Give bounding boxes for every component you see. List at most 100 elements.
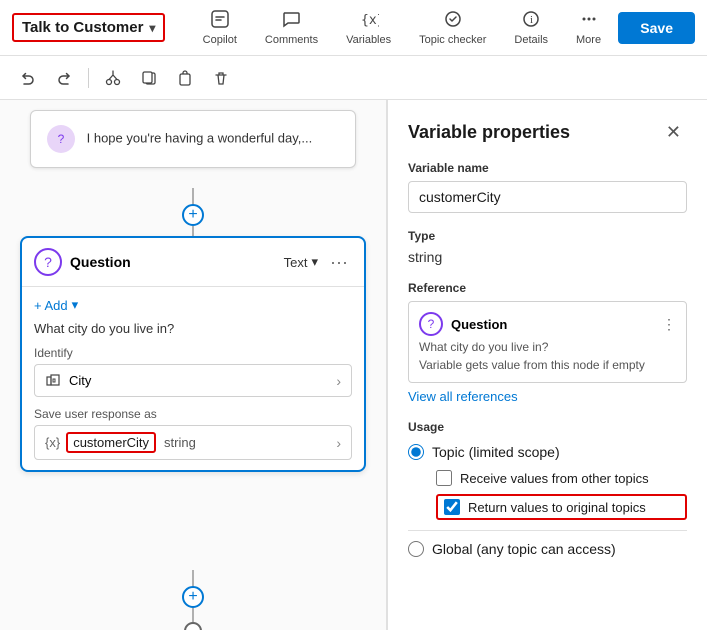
panel-title: Variable properties bbox=[408, 122, 570, 143]
type-section: Type string bbox=[408, 229, 687, 265]
node-type-text: Text bbox=[284, 255, 308, 270]
toolbar-icons: Copilot Comments {x} Variables bbox=[185, 5, 618, 50]
topic-radio-label: Topic (limited scope) bbox=[432, 444, 560, 460]
node-title: Question bbox=[70, 254, 276, 270]
global-radio-label: Global (any topic can access) bbox=[432, 541, 616, 557]
add-button[interactable]: + Add ▾ bbox=[34, 297, 78, 313]
more-label: More bbox=[576, 34, 601, 46]
view-all-references-link[interactable]: View all references bbox=[408, 389, 687, 404]
variables-label: Variables bbox=[346, 34, 391, 46]
save-row-chevron-icon: › bbox=[336, 435, 341, 451]
undo-button[interactable] bbox=[12, 62, 44, 94]
save-response-label: Save user response as bbox=[34, 407, 352, 421]
details-label: Details bbox=[514, 34, 548, 46]
redo-button[interactable] bbox=[48, 62, 80, 94]
comments-icon bbox=[281, 9, 301, 32]
node-body: + Add ▾ What city do you live in? Identi… bbox=[22, 287, 364, 470]
identify-value: City bbox=[69, 373, 336, 388]
topic-radio[interactable] bbox=[408, 444, 424, 460]
node-menu-icon[interactable]: ··· bbox=[326, 252, 352, 273]
toolbar-details[interactable]: i Details bbox=[500, 5, 562, 50]
close-panel-button[interactable]: ✕ bbox=[660, 120, 687, 145]
reference-label: Reference bbox=[408, 281, 687, 295]
return-label: Return values to original topics bbox=[468, 500, 646, 515]
reference-section: Reference ? Question ⋮ What city do you … bbox=[408, 281, 687, 404]
ref-note: Variable gets value from this node if em… bbox=[419, 358, 676, 372]
add-node-top[interactable]: + bbox=[182, 204, 204, 226]
topic-checkboxes: Receive values from other topics Return … bbox=[408, 470, 687, 520]
connector-end bbox=[192, 608, 194, 622]
canvas: ? I hope you're having a wonderful day,.… bbox=[0, 100, 387, 630]
toolbar-copilot[interactable]: Copilot bbox=[189, 5, 251, 50]
copilot-label: Copilot bbox=[203, 34, 237, 46]
topic-radio-row[interactable]: Topic (limited scope) bbox=[408, 444, 687, 460]
question-node: ? Question Text ▾ ··· + Add ▾ What city … bbox=[20, 236, 366, 472]
var-name: customerCity bbox=[66, 432, 156, 453]
add-button-label: + Add bbox=[34, 298, 68, 313]
app-title[interactable]: Talk to Customer ▾ bbox=[12, 13, 165, 42]
details-icon: i bbox=[521, 9, 541, 32]
variable-name-input[interactable] bbox=[408, 181, 687, 213]
type-label: Type bbox=[408, 229, 687, 243]
main-toolbar: Talk to Customer ▾ Copilot Comments bbox=[0, 0, 707, 56]
global-radio-row[interactable]: Global (any topic can access) bbox=[408, 541, 687, 557]
svg-text:{x}: {x} bbox=[361, 13, 379, 28]
topic-checker-icon bbox=[443, 9, 463, 32]
toolbar-topic-checker[interactable]: Topic checker bbox=[405, 5, 500, 50]
end-circle bbox=[184, 622, 202, 630]
svg-text:i: i bbox=[530, 14, 533, 26]
receive-checkbox[interactable] bbox=[436, 470, 452, 486]
node-type-badge[interactable]: Text ▾ bbox=[284, 254, 318, 270]
save-button[interactable]: Save bbox=[618, 12, 695, 44]
more-icon bbox=[579, 9, 599, 32]
connector-mid bbox=[192, 226, 194, 236]
usage-divider bbox=[408, 530, 687, 531]
toolbar-comments[interactable]: Comments bbox=[251, 5, 332, 50]
usage-section: Usage Topic (limited scope) Receive valu… bbox=[408, 420, 687, 557]
ref-node-icon: ? bbox=[419, 312, 443, 336]
ref-node-desc: What city do you live in? bbox=[419, 340, 676, 354]
variable-properties-panel: Variable properties ✕ Variable name Type… bbox=[387, 100, 707, 630]
chat-bubble: ? I hope you're having a wonderful day,.… bbox=[30, 110, 356, 168]
close-icon: ✕ bbox=[666, 122, 681, 142]
var-icon: {x} bbox=[45, 435, 60, 450]
usage-label: Usage bbox=[408, 420, 687, 434]
reference-box: ? Question ⋮ What city do you live in? V… bbox=[408, 301, 687, 383]
return-checkbox[interactable] bbox=[444, 499, 460, 515]
identify-row[interactable]: City › bbox=[34, 364, 352, 397]
app-title-chevron: ▾ bbox=[149, 21, 155, 35]
app-title-text: Talk to Customer bbox=[22, 19, 143, 36]
city-icon bbox=[45, 371, 61, 390]
toolbar-more[interactable]: More bbox=[562, 5, 615, 50]
ref-node-title: Question bbox=[451, 317, 654, 332]
chevron-down-icon: ▾ bbox=[311, 254, 318, 270]
add-node-bottom[interactable]: + bbox=[182, 586, 204, 608]
identify-label: Identify bbox=[34, 346, 352, 360]
save-response-row[interactable]: {x} customerCity string › bbox=[34, 425, 352, 460]
secondary-toolbar bbox=[0, 56, 707, 100]
topic-checker-label: Topic checker bbox=[419, 34, 486, 46]
global-radio[interactable] bbox=[408, 541, 424, 557]
receive-label: Receive values from other topics bbox=[460, 471, 649, 486]
ref-menu-icon[interactable]: ⋮ bbox=[662, 316, 676, 333]
comments-label: Comments bbox=[265, 34, 318, 46]
toolbar-divider-1 bbox=[88, 68, 89, 88]
chat-bubble-text: I hope you're having a wonderful day,... bbox=[87, 130, 313, 145]
receive-checkbox-row[interactable]: Receive values from other topics bbox=[436, 470, 687, 486]
ref-header: ? Question ⋮ bbox=[419, 312, 676, 336]
copilot-icon bbox=[210, 9, 230, 32]
toolbar-variables[interactable]: {x} Variables bbox=[332, 5, 405, 50]
type-value: string bbox=[408, 249, 687, 265]
copy-button[interactable] bbox=[133, 62, 165, 94]
node-header: ? Question Text ▾ ··· bbox=[22, 238, 364, 287]
return-checkbox-row[interactable]: Return values to original topics bbox=[436, 494, 687, 520]
var-type: string bbox=[164, 435, 336, 450]
panel-header: Variable properties ✕ bbox=[408, 120, 687, 145]
cut-button[interactable] bbox=[97, 62, 129, 94]
paste-button[interactable] bbox=[169, 62, 201, 94]
main-area: ? I hope you're having a wonderful day,.… bbox=[0, 100, 707, 630]
variable-name-section: Variable name bbox=[408, 161, 687, 213]
question-text: What city do you live in? bbox=[34, 321, 352, 336]
delete-button[interactable] bbox=[205, 62, 237, 94]
variables-icon: {x} bbox=[359, 9, 379, 32]
